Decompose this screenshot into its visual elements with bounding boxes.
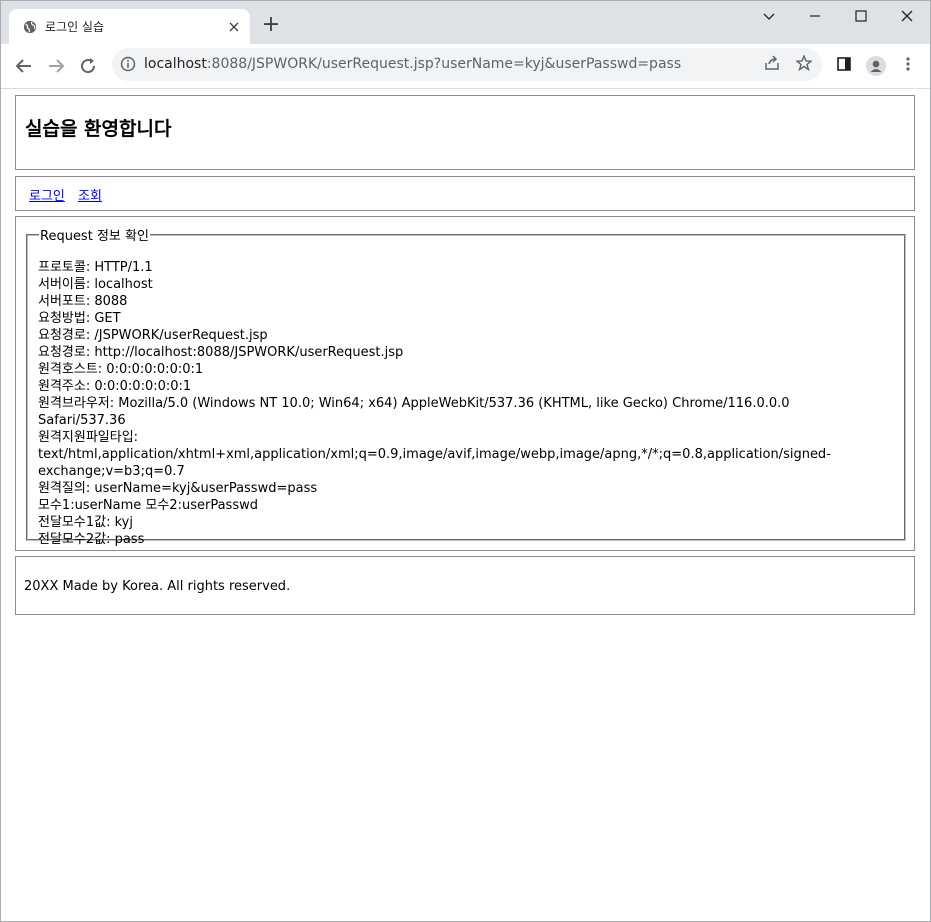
share-icon[interactable] <box>762 55 782 75</box>
info-line-request-url: 요청경로: http://localhost:8088/JSPWORK/user… <box>38 345 404 360</box>
globe-icon <box>23 20 37 34</box>
forward-icon[interactable] <box>43 53 69 79</box>
plus-icon[interactable]: + <box>260 14 282 37</box>
chevron-down-icon[interactable] <box>746 1 792 33</box>
page-nav: 로그인 조회 <box>15 176 915 211</box>
info-line-server-port: 서버포트: 8088 <box>38 294 128 309</box>
maximize-icon[interactable] <box>838 1 884 33</box>
info-line-param2: 전달모수2값: pass <box>38 532 145 547</box>
close-icon[interactable]: × <box>224 17 244 37</box>
address-bar[interactable]: localhost:8088/JSPWORK/userRequest.jsp?u… <box>112 48 822 81</box>
back-icon[interactable] <box>11 53 37 79</box>
url-text[interactable]: localhost:8088/JSPWORK/userRequest.jsp?u… <box>144 56 681 72</box>
nav-link-search[interactable]: 조회 <box>78 185 102 204</box>
info-line-server-name: 서버이름: localhost <box>38 277 153 292</box>
info-line-query: 원격질의: userName=kyj&userPasswd=pass <box>38 481 318 496</box>
minimize-icon[interactable] <box>792 1 838 33</box>
request-info-list: 프로토콜: HTTP/1.1 서버이름: localhost 서버포트: 808… <box>38 259 838 548</box>
info-line-protocol: 프로토콜: HTTP/1.1 <box>38 260 153 275</box>
page-header: 실습을 환영합니다 <box>15 95 915 170</box>
info-line-remote-addr: 원격주소: 0:0:0:0:0:0:0:1 <box>38 379 192 394</box>
tab-strip: 로그인 실습 × + <box>1 1 930 44</box>
tab-title: 로그인 실습 <box>45 20 105 34</box>
url-host: localhost <box>144 56 207 72</box>
info-line-request-uri: 요청경로: /JSPWORK/userRequest.jsp <box>38 328 268 343</box>
profile-icon[interactable] <box>866 56 886 76</box>
request-info-fieldset: Request 정보 확인 프로토콜: HTTP/1.1 서버이름: local… <box>26 225 906 547</box>
browser-toolbar: localhost:8088/JSPWORK/userRequest.jsp?u… <box>1 44 930 89</box>
nav-link-login[interactable]: 로그인 <box>29 185 65 204</box>
browser-window: 로그인 실습 × + localhost:8088/JSPWORK/userRe… <box>0 0 931 922</box>
info-line-method: 요청방법: GET <box>38 311 121 326</box>
side-panel-icon[interactable] <box>834 56 854 76</box>
page-footer: 20XX Made by Korea. All rights reserved. <box>15 556 915 615</box>
info-line-user-agent: 원격브라우저: Mozilla/5.0 (Windows NT 10.0; Wi… <box>38 396 794 428</box>
page-content: 실습을 환영합니다 로그인 조회 Request 정보 확인 프로토콜: HTT… <box>1 89 930 921</box>
info-icon[interactable] <box>120 56 136 72</box>
footer-text: 20XX Made by Korea. All rights reserved. <box>24 579 291 594</box>
info-line-param1: 전달모수1값: kyj <box>38 515 133 530</box>
menu-icon[interactable] <box>898 56 918 76</box>
info-line-remote-host: 원격호스트: 0:0:0:0:0:0:0:1 <box>38 362 204 377</box>
fieldset-legend: Request 정보 확인 <box>40 229 149 244</box>
url-path: :8088/JSPWORK/userRequest.jsp?userName=k… <box>206 56 682 72</box>
window-close-icon[interactable] <box>884 1 930 33</box>
info-line-param-names: 모수1:userName 모수2:userPasswd <box>38 498 258 513</box>
page-title: 실습을 환영합니다 <box>25 118 172 140</box>
reload-icon[interactable] <box>75 53 101 79</box>
tab-active[interactable]: 로그인 실습 × <box>9 9 250 44</box>
star-icon[interactable] <box>794 54 814 75</box>
info-line-accept: 원격지원파일타입: text/html,application/xhtml+xm… <box>38 430 831 479</box>
main-section: Request 정보 확인 프로토콜: HTTP/1.1 서버이름: local… <box>15 216 915 551</box>
